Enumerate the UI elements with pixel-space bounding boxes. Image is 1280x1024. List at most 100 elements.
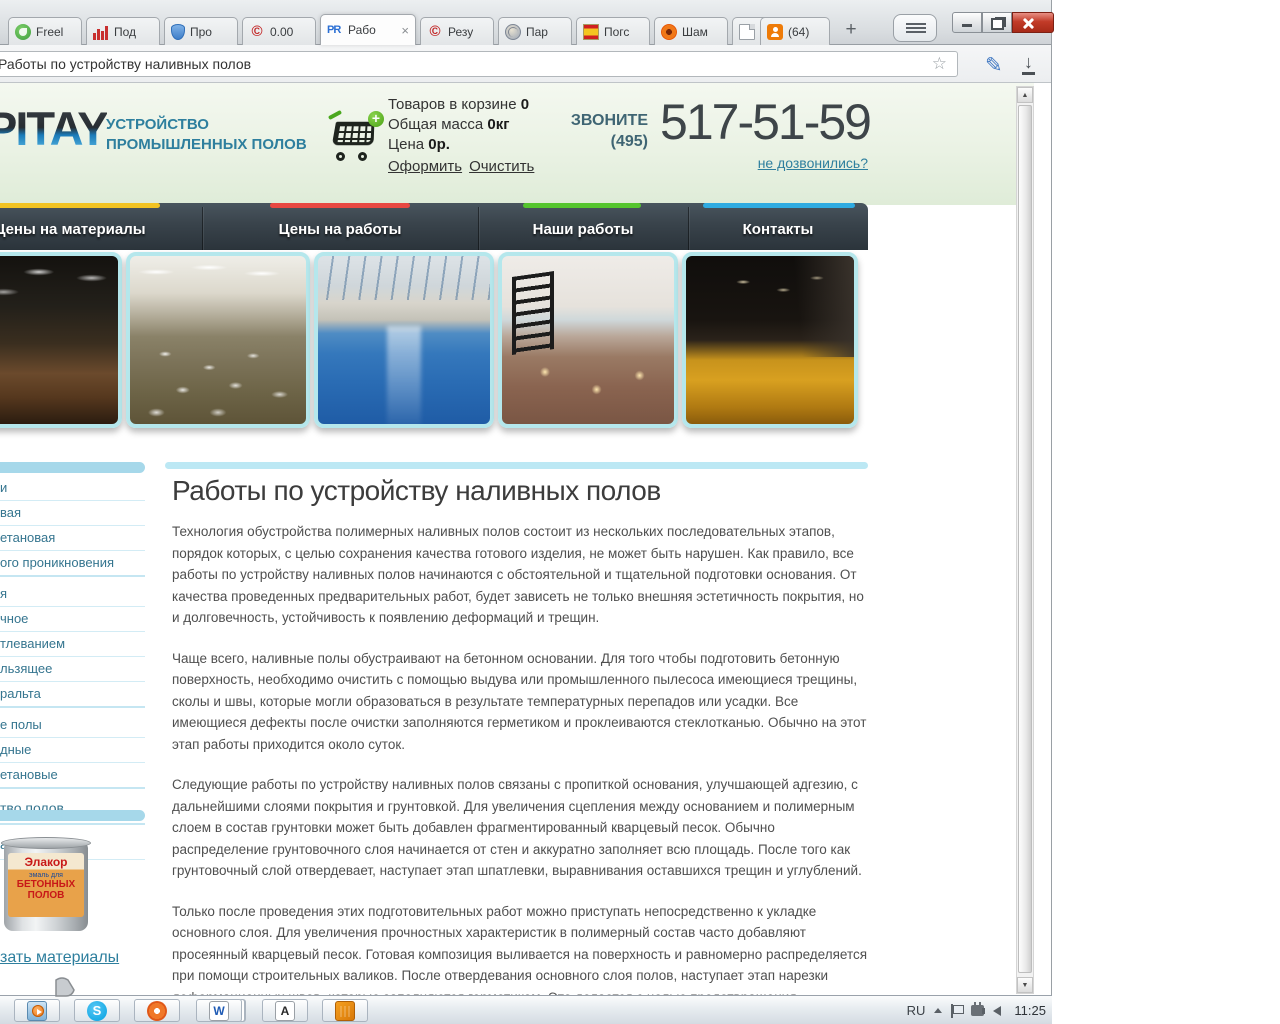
orange-box-icon [335, 1000, 355, 1021]
sidebar-item[interactable]: вая [0, 501, 145, 526]
volume-icon[interactable] [982, 1005, 1002, 1016]
word-icon [209, 1000, 229, 1021]
product-line: ПОЛОВ [27, 890, 65, 901]
sidebar-item[interactable]: чное [0, 607, 145, 632]
nav-item-contacts[interactable]: Контакты [688, 203, 868, 250]
address-input[interactable]: Работы по устройству наливных полов ☆ [0, 51, 958, 77]
carousel-photo-yellow-floor[interactable] [682, 252, 858, 428]
browser-tab-4[interactable]: © 0.00 [242, 17, 316, 45]
scroll-up-button[interactable]: ▲ [1017, 87, 1033, 103]
browser-tab-11[interactable]: (64) [760, 17, 830, 45]
cart-icon[interactable]: + [327, 109, 384, 161]
sidebar-item[interactable]: ральта [0, 682, 145, 708]
carousel-photo-beige-floor[interactable] [126, 252, 310, 428]
taskbar-word-button[interactable] [196, 999, 242, 1022]
browser-tab-2[interactable]: Под [86, 17, 160, 45]
taskbar-media-player-button[interactable] [14, 999, 60, 1022]
browser-tab-bar: Freel Под Про © 0.00 PR Рабо × © Резу Па… [0, 0, 1054, 45]
browser-tab-9[interactable]: Шам [654, 17, 728, 45]
clock[interactable]: 11:25 [1014, 1003, 1046, 1018]
nav-label: Цены на работы [278, 221, 402, 238]
cart-weight-value: 0кг [487, 116, 510, 133]
bucket-lid-decoration [1, 837, 91, 849]
orange-swirl-icon [147, 1000, 167, 1021]
taskbar-orange-app-button[interactable] [322, 999, 368, 1022]
clear-cart-link[interactable]: Очистить [469, 158, 534, 175]
sidebar-top-bar [0, 462, 145, 473]
nav-label: Контакты [742, 221, 814, 238]
taskbar-text-app-button[interactable] [262, 999, 308, 1022]
a-document-icon [275, 1000, 295, 1021]
sidebar-item[interactable]: льзящее [0, 657, 145, 682]
download-icon[interactable]: ↓ [1022, 53, 1035, 75]
carousel-photo-blue-floor[interactable] [314, 252, 494, 428]
carousel-photo-brown-floor[interactable] [498, 252, 678, 428]
call-label-block: ЗВОНИТЕ (495) [540, 110, 648, 152]
nav-separator [688, 207, 689, 250]
page-viewport: PITAY УСТРОЙСТВО ПРОМЫШЛЕННЫХ ПОЛОВ + То… [0, 83, 1034, 995]
main-content: Работы по устройству наливных полов Техн… [172, 475, 868, 995]
browser-tab-active[interactable]: PR Рабо × [320, 14, 416, 45]
scroll-down-button[interactable]: ▼ [1017, 977, 1033, 993]
carousel-photo-dark-warehouse[interactable] [0, 252, 122, 428]
cart-info: Товаров в корзине 0 Общая масса 0кг Цена… [388, 95, 541, 177]
tab-label: Рабо [348, 23, 376, 37]
nav-separator [202, 207, 203, 250]
taskbar-skype-button[interactable] [74, 999, 120, 1022]
bookmark-star-icon[interactable]: ☆ [932, 54, 947, 74]
nav-label: Цены на материалы [0, 221, 146, 238]
cart-price-value: 0р. [428, 136, 450, 153]
order-materials-link[interactable]: зать материалы [0, 949, 119, 967]
sidebar-item[interactable]: етановые [0, 763, 145, 789]
nav-item-our-works[interactable]: Наши работы [478, 203, 688, 250]
cart-basket-decoration [331, 121, 375, 146]
copyright-icon: © [429, 22, 441, 40]
tab-label: Freel [36, 24, 64, 39]
scrollbar-thumb[interactable] [1018, 105, 1032, 973]
cart-wheel-decoration [336, 152, 345, 161]
freelancer-icon [15, 23, 31, 40]
browser-tab-7[interactable]: Пар [498, 17, 572, 45]
sidebar-item[interactable]: тлеванием [0, 632, 145, 657]
nav-item-work-prices[interactable]: Цены на работы [202, 203, 478, 250]
paragraph: Технология обустройства полимерных налив… [172, 524, 864, 625]
cart-weight-label: Общая масса [388, 116, 484, 133]
product-bucket-image[interactable]: Элакор эмаль для БЕТОННЫХ ПОЛОВ [1, 835, 91, 935]
browser-tab-1[interactable]: Freel [8, 17, 82, 45]
browser-tab-3[interactable]: Про [164, 17, 238, 45]
site-logo[interactable]: PITAY [0, 101, 109, 156]
language-indicator[interactable]: RU [907, 1003, 926, 1018]
browser-tab-6[interactable]: © Резу [420, 17, 494, 45]
tab-label: (64) [788, 24, 810, 39]
sidebar-item[interactable]: е полы [0, 713, 145, 738]
nav-separator [478, 207, 479, 250]
tab-label: Погс [604, 24, 630, 39]
tab-label: Шам [682, 24, 708, 39]
sidebar-item[interactable]: етановая [0, 526, 145, 551]
close-button[interactable] [1012, 12, 1054, 33]
new-tab-button[interactable]: + [836, 18, 866, 42]
sidebar-item[interactable]: ого проникновения [0, 551, 145, 577]
vertical-scrollbar[interactable]: ▲ ▼ [1016, 86, 1034, 994]
content-top-bar [165, 462, 868, 469]
no-answer-link[interactable]: не дозвонились? [656, 155, 868, 171]
window-controls [952, 12, 1054, 33]
sidebar-item[interactable]: и [0, 476, 145, 501]
page-icon [739, 23, 755, 40]
sidebar-item[interactable]: дные [0, 738, 145, 763]
browser-tab-8[interactable]: Погс [576, 17, 650, 45]
taskbar-browser-button[interactable] [134, 999, 180, 1022]
edit-pencil-icon[interactable]: ✎ [985, 53, 1003, 78]
sidebar-item[interactable]: я [0, 582, 145, 607]
maximize-button[interactable] [982, 12, 1012, 33]
tab-close-icon[interactable]: × [401, 24, 409, 37]
minimize-button[interactable] [952, 12, 982, 33]
hidden-icons-chevron[interactable] [934, 1008, 943, 1013]
cart-count-label: Товаров в корзине [388, 96, 517, 113]
taskbar: RU 11:25 [0, 995, 1052, 1024]
browser-window: Freel Под Про © 0.00 PR Рабо × © Резу Па… [0, 0, 1054, 995]
checkout-link[interactable]: Оформить [388, 158, 462, 175]
tab-list-button[interactable] [893, 14, 937, 42]
action-center-flag-icon[interactable] [951, 1003, 965, 1018]
nav-item-materials-prices[interactable]: Цены на материалы [0, 203, 202, 250]
